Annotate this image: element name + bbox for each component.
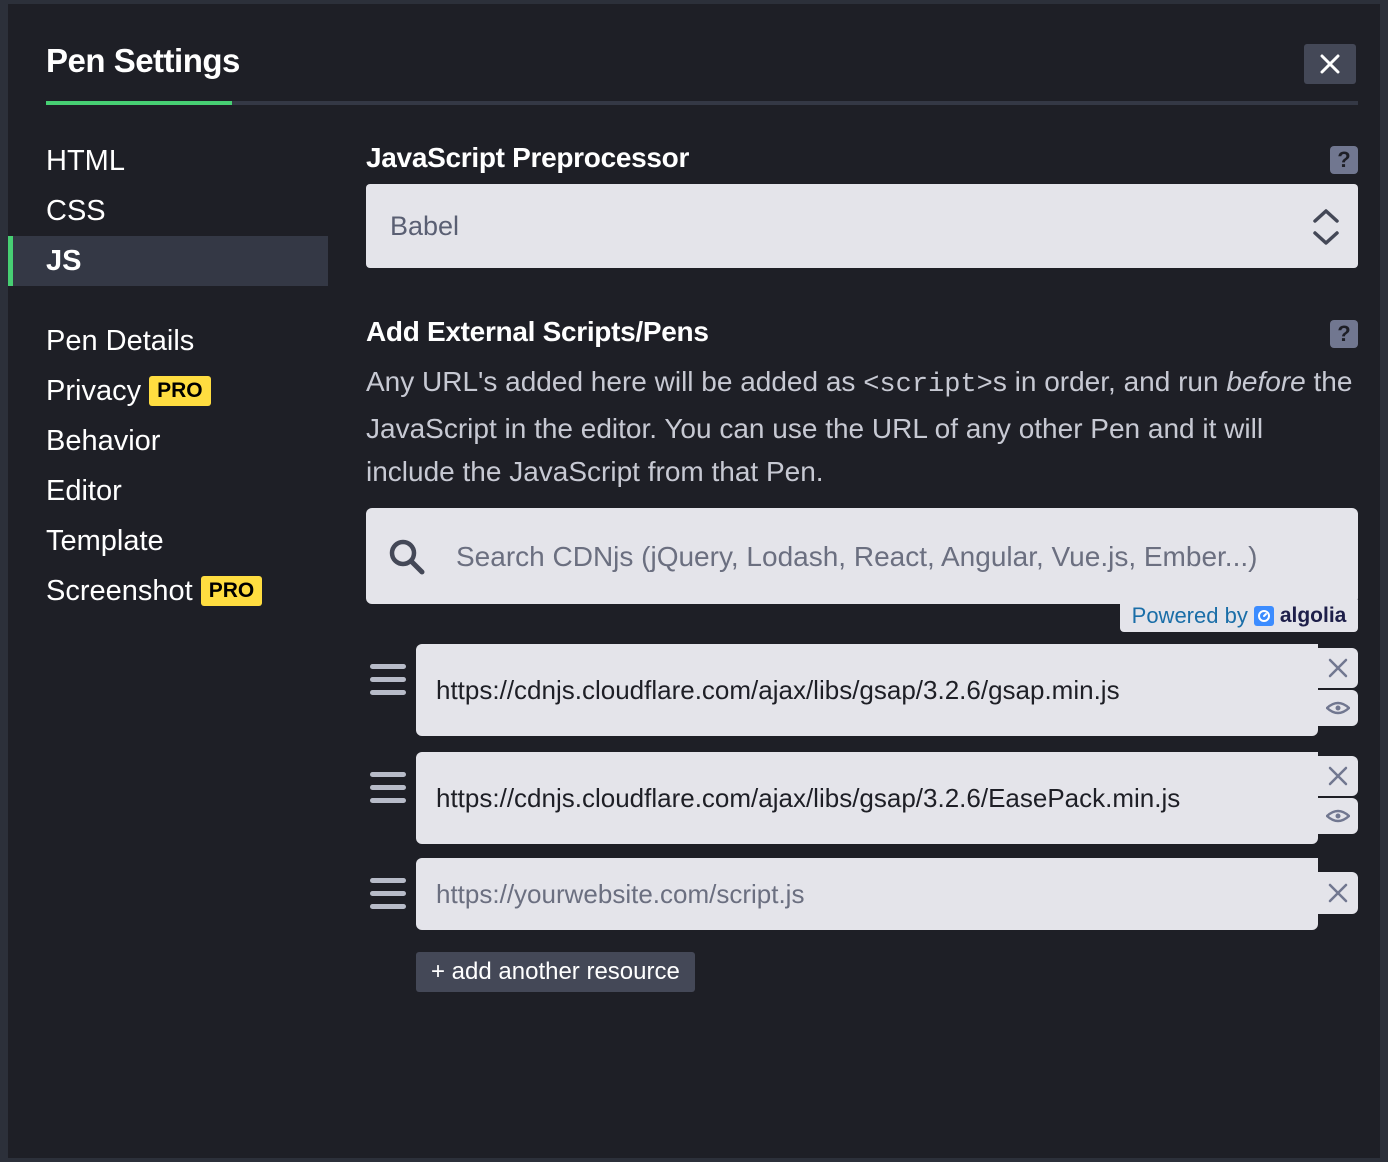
add-resource-button[interactable]: + add another resource [416, 952, 695, 992]
algolia-brand: algolia [1279, 604, 1347, 627]
powered-by-label: Powered by [1131, 603, 1248, 628]
header-divider [46, 101, 1358, 105]
resource-input[interactable] [416, 644, 1318, 736]
pro-badge: PRO [149, 376, 211, 406]
sidebar-item-screenshot[interactable]: Screenshot PRO [8, 566, 328, 616]
external-description: Any URL's added here will be added as <s… [366, 360, 1358, 493]
preprocessor-title: JavaScript Preprocessor [366, 142, 690, 173]
preprocessor-help-button[interactable]: ? [1330, 146, 1358, 174]
question-icon: ? [1337, 321, 1351, 346]
pro-badge: PRO [200, 576, 263, 606]
powered-by-algolia[interactable]: Powered by algolia [1120, 600, 1358, 632]
drag-handle-icon[interactable] [370, 664, 406, 703]
desc-text: Any URL's added here will be added as [366, 366, 864, 397]
preprocessor-select[interactable]: Babel [366, 184, 1358, 268]
eye-icon [1326, 701, 1350, 715]
sidebar-item-behavior[interactable]: Behavior [8, 416, 328, 466]
sidebar-item-editor[interactable]: Editor [8, 466, 328, 516]
sidebar-item-label: Screenshot [46, 574, 193, 607]
remove-icon [1328, 883, 1348, 903]
desc-code: <script> [863, 370, 993, 400]
sidebar-item-label: Pen Details [46, 324, 195, 357]
sidebar-item-template[interactable]: Template [8, 516, 328, 566]
question-icon: ? [1337, 147, 1351, 172]
remove-icon [1328, 766, 1348, 786]
sidebar-item-css[interactable]: CSS [8, 186, 328, 236]
view-resource-button[interactable] [1318, 798, 1358, 834]
select-arrows-icon [1313, 209, 1339, 245]
sidebar-item-js[interactable]: JS [8, 236, 328, 286]
sidebar-item-privacy[interactable]: Privacy PRO [8, 366, 328, 416]
algolia-icon [1253, 606, 1274, 626]
remove-resource-button[interactable] [1318, 648, 1358, 688]
pen-settings-modal: Pen Settings HTML CSS JS Pen Details Pri… [8, 4, 1380, 1158]
sidebar-item-pen-details[interactable]: Pen Details [8, 316, 328, 366]
search-icon [389, 539, 425, 575]
cdnjs-search [366, 508, 1358, 606]
sidebar-item-label: Template [46, 524, 164, 557]
view-resource-button[interactable] [1318, 690, 1358, 726]
close-icon [1320, 54, 1340, 74]
sidebar-item-label: HTML [46, 144, 125, 177]
close-button[interactable] [1304, 44, 1356, 84]
drag-handle-icon[interactable] [370, 878, 406, 917]
sidebar-item-html[interactable]: HTML [8, 136, 328, 186]
remove-resource-button[interactable] [1318, 872, 1358, 914]
modal-title: Pen Settings [46, 42, 240, 79]
resource-input[interactable] [416, 858, 1318, 930]
sidebar-item-label: Privacy [46, 374, 142, 407]
sidebar-item-label: Behavior [46, 424, 161, 457]
external-help-button[interactable]: ? [1330, 320, 1358, 348]
remove-icon [1328, 658, 1348, 678]
sidebar-item-label: Editor [46, 474, 122, 507]
resource-input[interactable] [416, 752, 1318, 844]
drag-handle-icon[interactable] [370, 772, 406, 811]
eye-icon [1326, 809, 1350, 823]
remove-resource-button[interactable] [1318, 756, 1358, 796]
cdnjs-search-input[interactable] [454, 508, 1348, 606]
sidebar-item-label: CSS [46, 194, 106, 227]
desc-text: s in order, and run [992, 366, 1227, 397]
desc-emphasis: before [1226, 366, 1306, 397]
sidebar-item-label: JS [46, 244, 82, 277]
external-scripts-title: Add External Scripts/Pens [366, 316, 709, 347]
preprocessor-selected-value: Babel [390, 210, 460, 241]
header-active-underline [46, 101, 232, 105]
